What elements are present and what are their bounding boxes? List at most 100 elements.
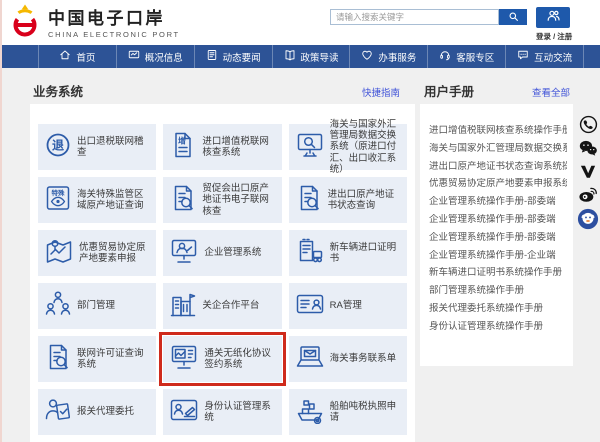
vat-doc-icon: 增 (169, 131, 197, 164)
logo-subtitle: CHINA ELECTRONIC PORT (48, 30, 180, 39)
business-section-header: 业务系统 快捷指南 (33, 81, 400, 100)
social-sidebar (577, 115, 599, 230)
tile-forex-data-exchange[interactable]: 海关与国家外汇管理局数据交换系统（原进口付汇、出口收汇系统） (289, 124, 407, 170)
search-icon (508, 10, 519, 25)
business-systems-panel: 退出口退税联网稽查增进口增值税联网核查系统海关与国家外汇管理局数据交换系统（原进… (30, 104, 415, 442)
special-supervision-icon: 特殊 (44, 184, 72, 217)
doc-search-icon (295, 184, 323, 217)
tile-ship-tonnage-license[interactable]: 船舶吨税执照申请 (289, 389, 407, 435)
interaction-chat-icon (517, 49, 529, 64)
ship-icon (295, 396, 325, 429)
nav-item-home[interactable]: 首页 (38, 45, 116, 68)
nav-item-label: 办事服务 (378, 50, 416, 64)
search-button[interactable] (499, 9, 527, 25)
tile-customs-enterprise-platform[interactable]: 关企合作平台 (163, 283, 281, 329)
tile-import-vat-check[interactable]: 增进口增值税联网核查系统 (163, 124, 281, 170)
tax-refund-icon: 退 (44, 131, 72, 164)
manual-link[interactable]: 海关与国家外汇管理局数据交换系 (429, 143, 567, 154)
login-register-label[interactable]: 登录 / 注册 (536, 31, 570, 42)
manual-link[interactable]: 企业管理系统操作手册-部委端 (429, 214, 567, 225)
nav-item-customer-service[interactable]: 客服专区 (427, 45, 505, 68)
customs-building-icon (169, 290, 197, 323)
monitor-search-icon (295, 131, 325, 164)
nav-item-services[interactable]: 办事服务 (349, 45, 427, 68)
tile-label: 船舶吨税执照申请 (330, 401, 403, 423)
wechat-icon[interactable] (578, 139, 598, 157)
search-input[interactable] (330, 9, 499, 25)
tile-label: RA管理 (330, 300, 362, 311)
nav-item-interaction[interactable]: 互动交流 (505, 45, 584, 68)
clipboard-truck-icon (295, 237, 325, 270)
tile-ra-management[interactable]: RA管理 (289, 283, 407, 329)
tile-label: 通关无纸化协议签约系统 (204, 348, 277, 370)
tile-department-management[interactable]: 部门管理 (38, 283, 156, 329)
v-app-icon[interactable] (579, 162, 597, 180)
manual-link[interactable]: 报关代理委托系统操作手册 (429, 303, 567, 314)
tile-label: 海关特殊监管区域原产地证查询 (77, 189, 152, 211)
tile-label: 进口增值税联网核查系统 (202, 136, 277, 158)
tile-customs-affairs-contact[interactable]: 海关事务联系单 (289, 336, 407, 382)
window-edge (0, 0, 2, 442)
nav-item-label: 政策导读 (301, 50, 339, 64)
weibo-icon[interactable] (578, 185, 598, 203)
card-signature-icon (169, 397, 199, 428)
id-card-icon (295, 291, 325, 322)
tile-trade-agreement-origin-declare[interactable]: 优惠贸易协定原产地要素申报 (38, 230, 156, 276)
svg-text:退: 退 (52, 138, 64, 152)
view-all-link[interactable]: 查看全部 (532, 85, 570, 99)
nav-item-label: 互动交流 (534, 50, 572, 64)
manual-link[interactable]: 部门管理系统操作手册 (429, 285, 567, 296)
tile-customs-agency-entrust[interactable]: 报关代理委托 (38, 389, 156, 435)
quick-guide-link[interactable]: 快捷指南 (362, 85, 400, 99)
tile-label: 海关与国家外汇管理局数据交换系统（原进口付汇、出口收汇系统） (330, 119, 403, 175)
manual-link[interactable]: 进出口原产地证书状态查询系统操 (429, 161, 567, 172)
tile-paperless-agreement-signing[interactable]: 通关无纸化协议签约系统 (163, 336, 281, 382)
user-manual-panel: 进口增值税联网核查系统操作手册海关与国家外汇管理局数据交换系进出口原产地证书状态… (420, 104, 573, 366)
tile-network-license-query[interactable]: 联网许可证查询系统 (38, 336, 156, 382)
business-systems-title: 业务系统 (33, 81, 83, 100)
news-doc-icon (206, 49, 218, 64)
tile-label: 企业管理系统 (204, 247, 261, 258)
tile-label: 贸促会出口原产地证书电子联网核查 (202, 183, 277, 217)
map-pin-icon (44, 237, 74, 270)
user-group-icon (546, 8, 561, 28)
support-headset-icon (439, 49, 451, 64)
service-avatar-icon[interactable] (577, 208, 599, 230)
laptop-icon (295, 344, 325, 375)
manual-link[interactable]: 企业管理系统操作手册-部委端 (429, 232, 567, 243)
services-heart-icon (361, 49, 373, 64)
manual-link[interactable]: 优惠贸易协定原产地要素申报系统 (429, 178, 567, 189)
tile-ccpit-origin-cert-check[interactable]: 贸促会出口原产地证书电子联网核查 (163, 177, 281, 223)
tile-label: 身份认证管理系统 (204, 401, 277, 423)
manual-link[interactable]: 进口增值税联网核查系统操作手册 (429, 125, 567, 136)
tile-identity-auth-management[interactable]: 身份认证管理系统 (163, 389, 281, 435)
manual-link[interactable]: 企业管理系统操作手册-部委端 (429, 196, 567, 207)
login-button[interactable] (536, 7, 570, 28)
logo[interactable]: 中国电子口岸 CHINA ELECTRONIC PORT (9, 3, 180, 45)
org-chart-icon (44, 290, 72, 323)
tile-origin-cert-status[interactable]: 进出口原产地证书状态查询 (289, 177, 407, 223)
tile-label: 关企合作平台 (202, 300, 259, 311)
tile-export-tax-refund[interactable]: 退出口退税联网稽查 (38, 124, 156, 170)
overview-monitor-icon (128, 49, 140, 64)
phone-circle-icon[interactable] (579, 115, 598, 134)
policy-book-icon (284, 49, 296, 64)
tile-label: 海关事务联系单 (330, 353, 397, 364)
manual-link[interactable]: 身份认证管理系统操作手册 (429, 321, 567, 332)
manual-link[interactable]: 新车辆进口证明书系统操作手册 (429, 267, 567, 278)
nav-item-label: 概况信息 (145, 50, 183, 64)
tile-label: 优惠贸易协定原产地要素申报 (79, 242, 152, 264)
login-area: 登录 / 注册 (536, 7, 570, 42)
nav-item-policy-guide[interactable]: 政策导读 (272, 45, 350, 68)
tile-special-zone-origin-cert[interactable]: 特殊 海关特殊监管区域原产地证查询 (38, 177, 156, 223)
nav-item-overview-info[interactable]: 概况信息 (116, 45, 194, 68)
nav-item-news[interactable]: 动态要闻 (194, 45, 272, 68)
tile-new-vehicle-import-cert[interactable]: 新车辆进口证明书 (289, 230, 407, 276)
doc-search-icon (169, 184, 197, 217)
monitor-image-icon (169, 343, 199, 376)
manual-link[interactable]: 企业管理系统操作手册-企业端 (429, 250, 567, 261)
svg-text:特殊: 特殊 (52, 187, 66, 196)
tile-label: 出口退税联网稽查 (77, 136, 152, 158)
tile-enterprise-management[interactable]: 企业管理系统 (163, 230, 281, 276)
nav-item-label: 客服专区 (456, 50, 494, 64)
